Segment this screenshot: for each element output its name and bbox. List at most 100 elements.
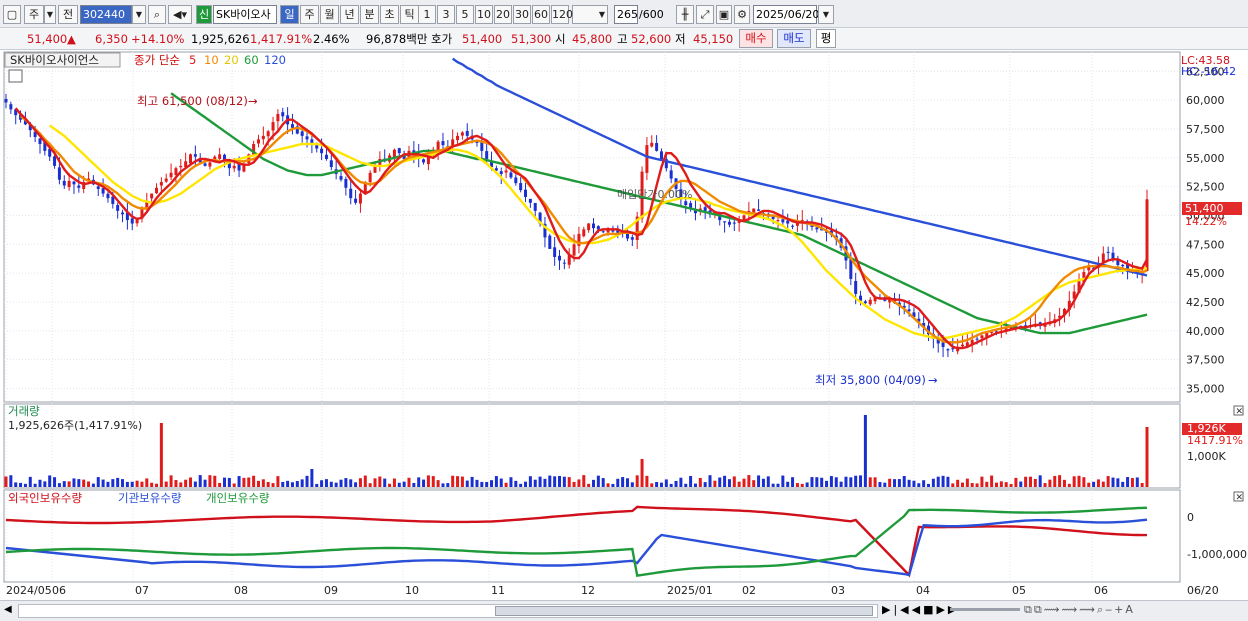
volume-bar [320,480,324,487]
candle-body [659,151,663,159]
tool-icons[interactable]: ⧉⧉⟿⟿⟿⌕‒+A [1024,603,1135,617]
candle-body [203,163,207,166]
layout-icon[interactable]: ▢ [3,5,21,24]
volume-bar [533,479,537,487]
volume-bar [82,479,86,487]
individual-holding-label: 개인보유수량 [206,491,270,505]
candle-body [9,104,13,110]
volume-bar [1072,476,1076,487]
candle-body [684,201,688,206]
interval-20[interactable]: 20 [494,5,512,24]
volume-bar [426,475,430,487]
candle-body [815,227,819,230]
volume-bar [810,477,814,487]
volume-bar [252,475,256,487]
volume-bar [222,477,226,487]
draw-line-icon[interactable]: ⤢ [696,5,714,24]
playback-controls[interactable]: ▶|◀◀■▶▶ [882,603,959,616]
zoom-slider[interactable] [950,608,1020,611]
save-icon[interactable]: ▣ [716,5,732,24]
calendar-dropdown-icon[interactable]: ▼ [818,5,834,24]
volume-bar [329,481,333,487]
volume-bar [290,482,294,487]
scroll-thumb[interactable] [495,606,873,616]
candle-body [261,135,265,140]
period-tab-3[interactable]: 년 [340,5,359,24]
volume-bar [1014,477,1018,487]
candle-body [256,139,260,144]
stock-code-input[interactable]: 302440 [80,5,132,24]
volume-bar [436,480,440,487]
gear-icon[interactable]: ⚙ [734,5,750,24]
table-icon[interactable] [8,69,23,83]
interval-1[interactable]: 1 [418,5,436,24]
scroll-bar[interactable]: ◀ ▶|◀◀■▶▶ ⧉⧉⟿⟿⟿⌕‒+A [0,600,1248,621]
volume-bar [936,476,940,487]
volume-bar [635,475,639,487]
interval-5[interactable]: 5 [456,5,474,24]
volume-bar [873,477,877,487]
candle-body [528,198,532,203]
y-tick-label: 35,000 [1186,382,1225,395]
volume-bar [1058,475,1062,487]
volume-bar [67,481,71,487]
volume-bar [174,480,178,487]
period-tab-0[interactable]: 일 [280,5,299,24]
interval-60[interactable]: 60 [532,5,550,24]
volume-bar [232,483,236,487]
period-tab-6[interactable]: 틱 [400,5,419,24]
interval-3[interactable]: 3 [437,5,455,24]
interval-30[interactable]: 30 [513,5,531,24]
foreign-holding-label: 외국인보유수량 [8,491,82,505]
volume-bar [460,476,464,487]
volume-bar [674,480,678,487]
period-tab-5[interactable]: 초 [380,5,399,24]
interval-120[interactable]: 120 [551,5,573,24]
volume-bar [368,483,372,487]
code-dropdown-icon[interactable]: ▼ [132,5,146,24]
scroll-track[interactable] [18,604,878,618]
volume-bar [951,483,955,487]
sell-button[interactable]: 매도 [777,29,811,48]
volume-bar [271,483,275,487]
volume-bar [14,482,18,487]
candle-body [1121,264,1125,267]
period-tab-2[interactable]: 월 [320,5,339,24]
volume-bar [451,475,455,487]
volume-bar [975,483,979,487]
candle-icon[interactable]: ╫ [676,5,694,24]
scroll-left-icon[interactable]: ◀ [4,604,12,615]
volume-bar [446,483,450,487]
chevron-down-icon[interactable]: ▼ [44,5,56,24]
search-icon[interactable]: ⌕ [148,5,166,24]
period-tab-1[interactable]: 주 [300,5,319,24]
volume-bar [946,476,950,487]
period-unit-select[interactable]: 주 [24,5,44,24]
interval-10[interactable]: 10 [475,5,493,24]
eval-button[interactable]: 평 [816,29,836,48]
buy-button[interactable]: 매수 [739,29,773,48]
speaker-icon[interactable]: ◀▾ [168,5,192,24]
volume-bar [572,481,576,487]
interval-dropdown[interactable]: ▼ [572,5,608,24]
x-tick-label: 06/20 [1187,584,1219,597]
volume-close-glyph: ✕ [1236,407,1244,417]
volume-bar [1101,481,1105,487]
y-tick-label: 60,000 [1186,94,1225,107]
candle-body [53,156,57,166]
prev-button[interactable]: 전 [58,5,78,24]
date-input[interactable]: 2025/06/20 [753,5,819,24]
candle-body [499,171,503,174]
candle-body [305,136,309,140]
candle-body [276,113,280,122]
high-label: 고 [617,32,628,46]
volume-bar [1106,476,1110,487]
volume-bar [169,475,173,487]
period-tab-4[interactable]: 분 [360,5,379,24]
candle-body [645,145,649,173]
volume-bar [548,475,552,487]
candle-body [232,165,236,169]
stock-chart[interactable]: 35,00037,50040,00042,50045,00047,50050,0… [0,51,1248,600]
volume-bar [417,477,421,487]
count-input[interactable]: 265 [614,5,638,24]
